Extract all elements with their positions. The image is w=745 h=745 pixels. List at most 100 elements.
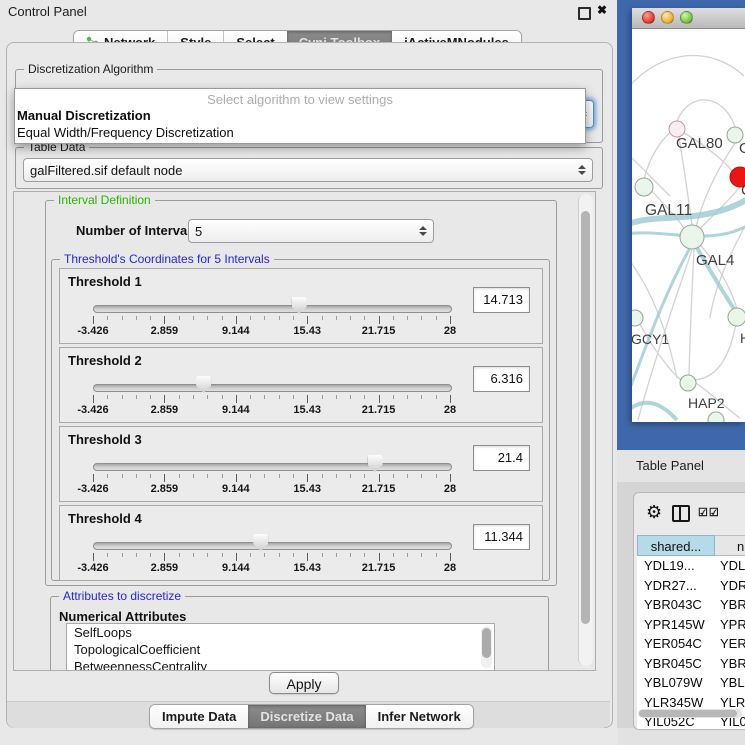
bottom-tab-infer-network[interactable]: Infer Network xyxy=(366,705,473,728)
scale-tick-label: 28 xyxy=(418,562,482,574)
threshold-slider-track[interactable] xyxy=(93,384,452,392)
network-node-green[interactable] xyxy=(728,308,745,326)
table-row[interactable]: YBR045CYBR0 xyxy=(637,654,745,674)
table-data-value: galFiltered.sif default node xyxy=(30,163,182,178)
threshold-value-field[interactable] xyxy=(473,524,530,550)
cell-name: YDL1 xyxy=(714,556,745,576)
float-panel-icon[interactable] xyxy=(578,7,591,20)
split-columns-icon[interactable] xyxy=(672,505,690,522)
zoom-window-icon[interactable] xyxy=(680,11,693,24)
slider-scale-labels: -3.4262.8599.14415.4321.71528 xyxy=(93,562,450,574)
node-label: GAL11 xyxy=(645,202,692,219)
scale-tick-label: 15.43 xyxy=(275,483,339,495)
scale-tick-label: -3.426 xyxy=(61,483,125,495)
interval-definition-group: Interval Definition Number of Intervals … xyxy=(45,200,557,586)
apply-button[interactable]: Apply xyxy=(269,672,339,694)
minimize-window-icon[interactable] xyxy=(661,11,674,24)
dropdown-option-manual[interactable]: Manual Discretization xyxy=(17,108,151,123)
slider-ticks xyxy=(93,474,450,483)
cell-name: YPR1 xyxy=(714,615,745,635)
attributes-group: Attributes to discretize Numerical Attri… xyxy=(50,596,549,671)
table-row[interactable]: YBR043CYBR0 xyxy=(637,595,745,615)
number-of-intervals-value: 5 xyxy=(195,224,202,239)
scale-tick-label: 9.144 xyxy=(204,483,268,495)
table-data-combobox[interactable]: galFiltered.sif default node xyxy=(23,158,593,182)
cell-name: YBR0 xyxy=(714,654,745,674)
threshold-value-field[interactable] xyxy=(473,287,530,313)
table-horizontal-scrollbar[interactable] xyxy=(638,709,742,718)
table-row[interactable]: YDL19...YDL1 xyxy=(637,556,745,576)
network-window-titlebar[interactable] xyxy=(632,8,745,29)
cell-name: YDR2 xyxy=(714,576,745,596)
slider-ticks xyxy=(93,316,450,325)
node-label: H xyxy=(740,330,745,346)
bottom-tab-discretize-data[interactable]: Discretize Data xyxy=(248,705,365,728)
interval-definition-title: Interval Definition xyxy=(54,193,155,207)
network-node-green[interactable] xyxy=(680,375,696,391)
thresholds-group-title: Threshold's Coordinates for 5 Intervals xyxy=(60,252,274,266)
attribute-list-item[interactable]: BetweennessCentrality xyxy=(67,658,494,671)
dropdown-option-equal-width[interactable]: Equal Width/Frequency Discretization xyxy=(17,125,234,140)
close-window-icon[interactable] xyxy=(642,11,655,24)
cell-shared-name: YPR145W xyxy=(637,615,714,635)
slider-scale-labels: -3.4262.8599.14415.4321.71528 xyxy=(93,404,450,416)
attribute-list-item[interactable]: TopologicalCoefficient xyxy=(67,641,494,658)
threshold-slider-track[interactable] xyxy=(93,463,452,471)
table-row[interactable]: YPR145WYPR1 xyxy=(637,615,745,635)
dropdown-hint: Select algorithm to view settings xyxy=(15,92,585,107)
scale-tick-label: 21.715 xyxy=(347,325,411,337)
threshold-label: Threshold 3 xyxy=(68,432,142,447)
table-row[interactable]: YER054CYER0 xyxy=(637,634,745,654)
scale-tick-label: -3.426 xyxy=(61,404,125,416)
node-label: GAL4 xyxy=(696,252,734,269)
threshold-slider-track[interactable] xyxy=(93,305,452,313)
threshold-label: Threshold 1 xyxy=(68,274,142,289)
network-edge xyxy=(632,55,744,88)
threshold-label: Threshold 2 xyxy=(68,353,142,368)
panel-title: Control Panel xyxy=(8,4,87,19)
gear-icon[interactable]: ⚙ xyxy=(646,502,662,523)
network-window[interactable]: GAL80GACGAL11GAL4GCY1HHAP2 xyxy=(632,8,745,422)
cell-name: YER0 xyxy=(714,634,745,654)
combo-stepper-icon xyxy=(578,165,586,175)
scale-tick-label: 2.859 xyxy=(132,404,196,416)
close-panel-icon[interactable]: ✖ xyxy=(597,3,607,17)
threshold-row: Threshold 4 -3.4262.8599.14415.4321.71528 xyxy=(59,505,543,581)
node-label: GA xyxy=(739,140,745,157)
number-of-intervals-combobox[interactable]: 5 xyxy=(188,219,434,243)
network-edge xyxy=(694,318,737,380)
table-row[interactable]: YDR27...YDR2 xyxy=(637,576,745,596)
checkboxes-icon[interactable]: ☑☑ xyxy=(698,506,720,519)
threshold-row: Threshold 1-3.4262.8599.14415.4321.71528 xyxy=(59,268,543,344)
bottom-tab-impute-data[interactable]: Impute Data xyxy=(150,705,248,728)
list-scrollbar[interactable] xyxy=(481,626,492,668)
scale-tick-label: -3.426 xyxy=(61,562,125,574)
network-node-green[interactable] xyxy=(635,178,653,196)
table-header-row: shared... n xyxy=(637,535,745,556)
numerical-attributes-label: Numerical Attributes xyxy=(59,609,186,624)
threshold-label: Threshold 4 xyxy=(68,511,142,526)
numerical-attributes-list[interactable]: SelfLoopsTopologicalCoefficientBetweenne… xyxy=(66,623,495,671)
network-node-green[interactable] xyxy=(632,310,643,326)
network-node-green[interactable] xyxy=(680,225,704,249)
cell-shared-name: YBR045C xyxy=(637,654,714,674)
scale-tick-label: 21.715 xyxy=(347,483,411,495)
network-edge xyxy=(710,228,744,318)
control-panel-titlebar: Control Panel ✖ xyxy=(0,0,618,24)
combo-stepper-icon xyxy=(419,226,427,236)
threshold-value-field[interactable] xyxy=(473,445,530,471)
scale-tick-label: 15.43 xyxy=(275,562,339,574)
settings-scrollbar[interactable] xyxy=(578,194,593,666)
threshold-row: Threshold 3-3.4262.8599.14415.4321.71528 xyxy=(59,426,543,502)
discretization-algorithm-title: Discretization Algorithm xyxy=(24,62,157,76)
network-canvas[interactable]: GAL80GACGAL11GAL4GCY1HHAP2 xyxy=(632,28,745,422)
threshold-value-field[interactable] xyxy=(473,366,530,392)
cell-shared-name: YBL079W xyxy=(637,673,714,693)
threshold-slider-track[interactable] xyxy=(93,542,452,550)
network-node-green[interactable] xyxy=(708,412,724,422)
column-header-shared-name[interactable]: shared... xyxy=(637,535,715,556)
column-header-name[interactable]: n xyxy=(715,535,745,556)
table-row[interactable]: YBL079WYBL0 xyxy=(637,673,745,693)
node-table: shared... n YDL19...YDL1YDR27...YDR2YBR0… xyxy=(637,535,745,729)
attribute-list-item[interactable]: SelfLoops xyxy=(67,624,494,641)
